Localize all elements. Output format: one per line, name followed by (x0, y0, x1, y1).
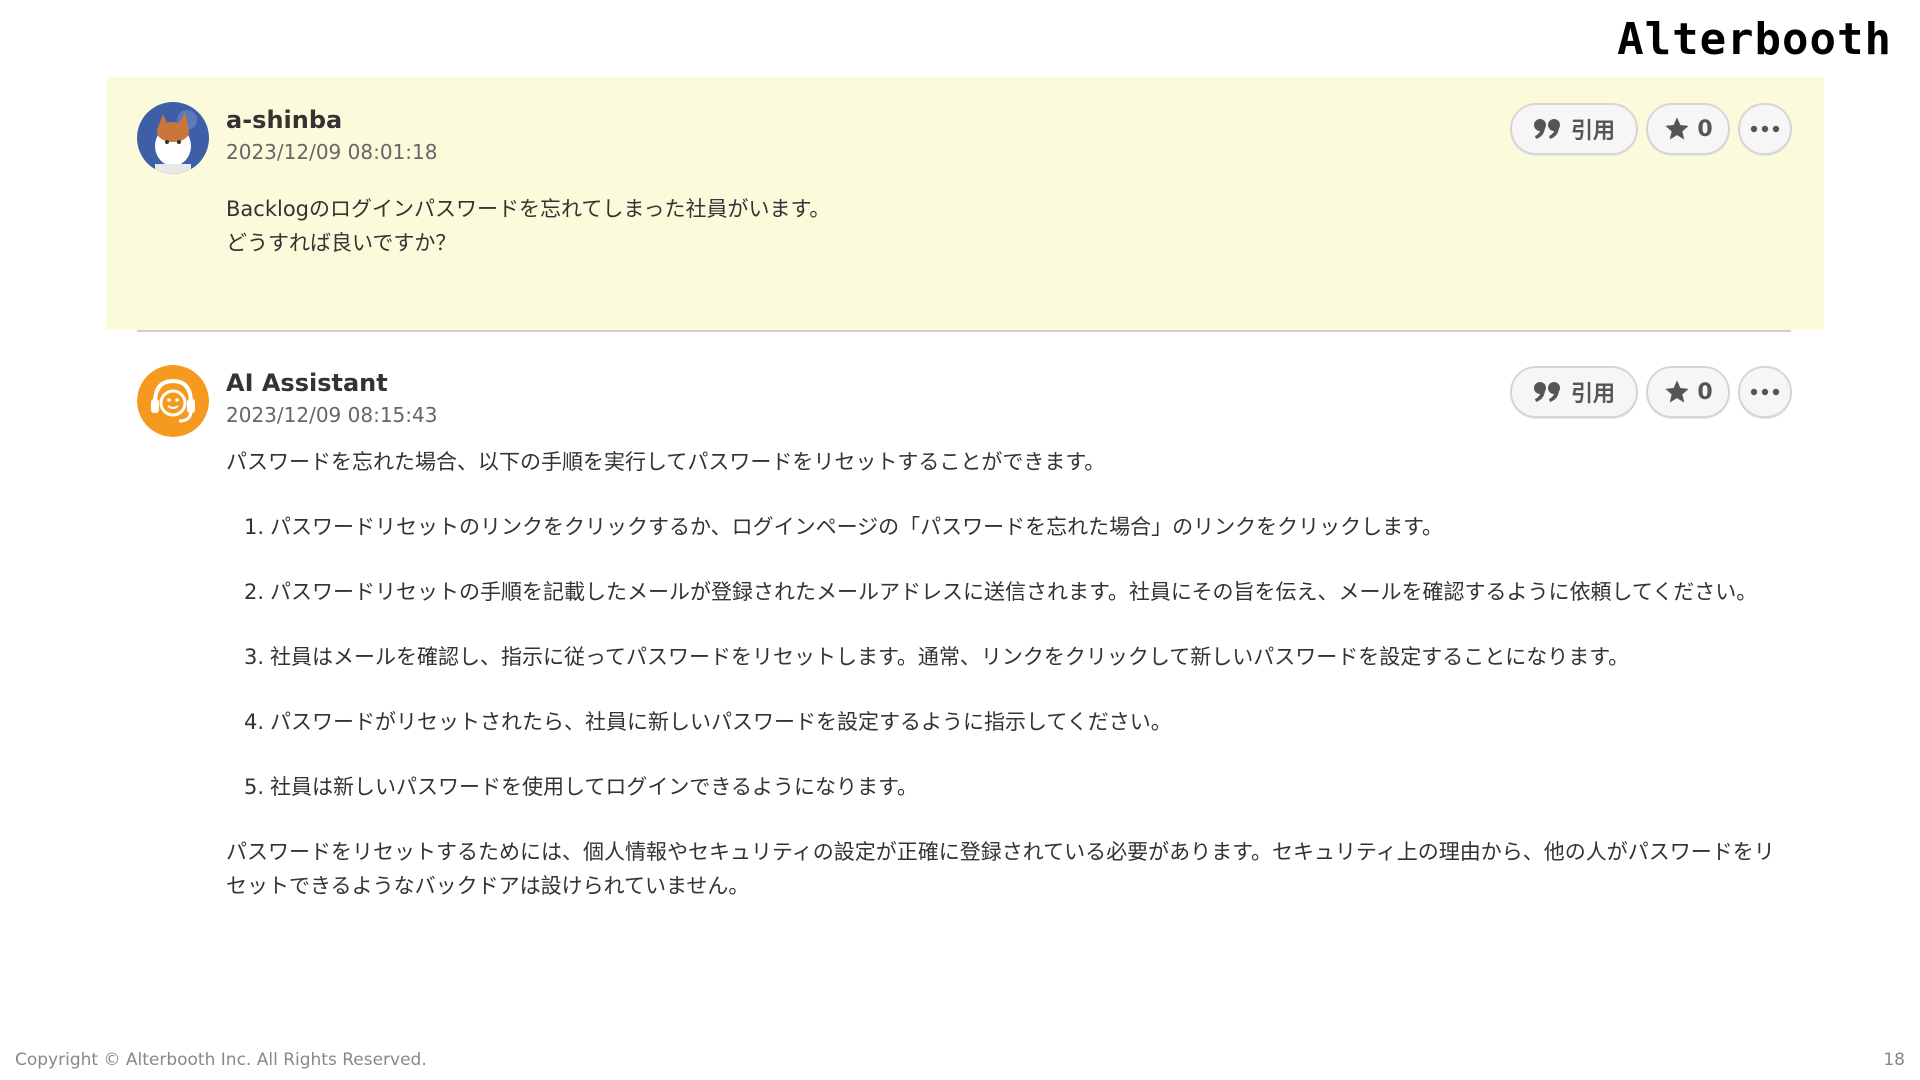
more-button[interactable] (1738, 103, 1792, 155)
slide: Alterbooth a-shinba 2023/12/09 08:01:18 (0, 0, 1920, 1080)
user-avatar[interactable] (137, 102, 209, 174)
step-item: 4. パスワードがリセットされたら、社員に新しいパスワードを設定するように指示し… (226, 705, 1792, 739)
answer-intro: パスワードを忘れた場合、以下の手順を実行してパスワードをリセットすることができま… (226, 450, 1106, 474)
question-body: Backlogのログインパスワードを忘れてしまった社員がいます。 どうすれば良い… (226, 192, 1792, 260)
timestamp: 2023/12/09 08:01:18 (226, 140, 438, 164)
question-line: Backlogのログインパスワードを忘れてしまった社員がいます。 (226, 197, 831, 221)
step-text: パスワードリセットの手順を記載したメールが登録されたメールアドレスに送信されます… (270, 580, 1758, 604)
step-number: 4. (243, 710, 264, 734)
step-item: 3. 社員はメールを確認し、指示に従ってパスワードをリセットします。通常、リンク… (226, 640, 1792, 674)
step-number: 3. (243, 645, 264, 669)
alterbooth-logo: Alterbooth (1617, 10, 1892, 70)
step-text: パスワードがリセットされたら、社員に新しいパスワードを設定するように指示してくだ… (270, 710, 1172, 734)
star-button[interactable]: 0 (1646, 366, 1730, 418)
copyright-text: Copyright © Alterbooth Inc. All Rights R… (15, 1050, 427, 1070)
divider (137, 330, 1791, 332)
more-button[interactable] (1738, 366, 1792, 418)
quote-label: 引用 (1570, 382, 1615, 407)
step-item: 2. パスワードリセットの手順を記載したメールが登録されたメールアドレスに送信さ… (226, 575, 1792, 609)
star-button[interactable]: 0 (1646, 103, 1730, 155)
step-text: 社員は新しいパスワードを使用してログインできるようになります。 (270, 775, 918, 799)
step-number: 1. (243, 515, 264, 539)
quote-icon (1533, 118, 1563, 140)
star-icon (1663, 115, 1691, 143)
step-text: パスワードリセットのリンクをクリックするか、ログインページの「パスワードを忘れた… (270, 515, 1444, 539)
star-icon (1663, 378, 1691, 406)
quote-button[interactable]: 引用 (1510, 366, 1638, 418)
quote-button[interactable]: 引用 (1510, 103, 1638, 155)
logo-text: Alterbooth (1617, 14, 1892, 65)
star-count: 0 (1697, 379, 1713, 405)
answer-closing: パスワードをリセットするためには、個人情報やセキュリティの設定が正確に登録されて… (226, 840, 1775, 898)
question-comment: a-shinba 2023/12/09 08:01:18 引用 0 Backlo… (106, 77, 1824, 330)
username[interactable]: AI Assistant (226, 368, 437, 398)
timestamp: 2023/12/09 08:15:43 (226, 403, 438, 427)
step-number: 2. (243, 580, 264, 604)
question-line: どうすれば良いですか？ (226, 231, 457, 255)
question-meta: a-shinba 2023/12/09 08:01:18 (226, 105, 437, 167)
quote-icon (1533, 381, 1563, 403)
answer-meta: AI Assistant 2023/12/09 08:15:43 (226, 368, 437, 430)
page-number: 18 (1883, 1050, 1905, 1070)
more-icon (1750, 125, 1780, 133)
step-text: 社員はメールを確認し、指示に従ってパスワードをリセットします。通常、リンクをクリ… (270, 645, 1630, 669)
answer-steps: 1. パスワードリセットのリンクをクリックするか、ログインページの「パスワードを… (226, 510, 1792, 804)
assistant-avatar[interactable] (137, 365, 209, 437)
step-item: 5. 社員は新しいパスワードを使用してログインできるようになります。 (226, 770, 1792, 804)
answer-comment: AI Assistant 2023/12/09 08:15:43 引用 0 パス… (106, 340, 1824, 960)
more-icon (1750, 388, 1780, 396)
username[interactable]: a-shinba (226, 105, 437, 135)
answer-actions: 引用 0 (1510, 366, 1792, 418)
step-number: 5. (243, 775, 264, 799)
star-count: 0 (1697, 116, 1713, 142)
step-item: 1. パスワードリセットのリンクをクリックするか、ログインページの「パスワードを… (226, 510, 1792, 544)
answer-body: パスワードを忘れた場合、以下の手順を実行してパスワードをリセットすることができま… (226, 445, 1792, 903)
question-actions: 引用 0 (1510, 103, 1792, 155)
quote-label: 引用 (1570, 119, 1615, 144)
